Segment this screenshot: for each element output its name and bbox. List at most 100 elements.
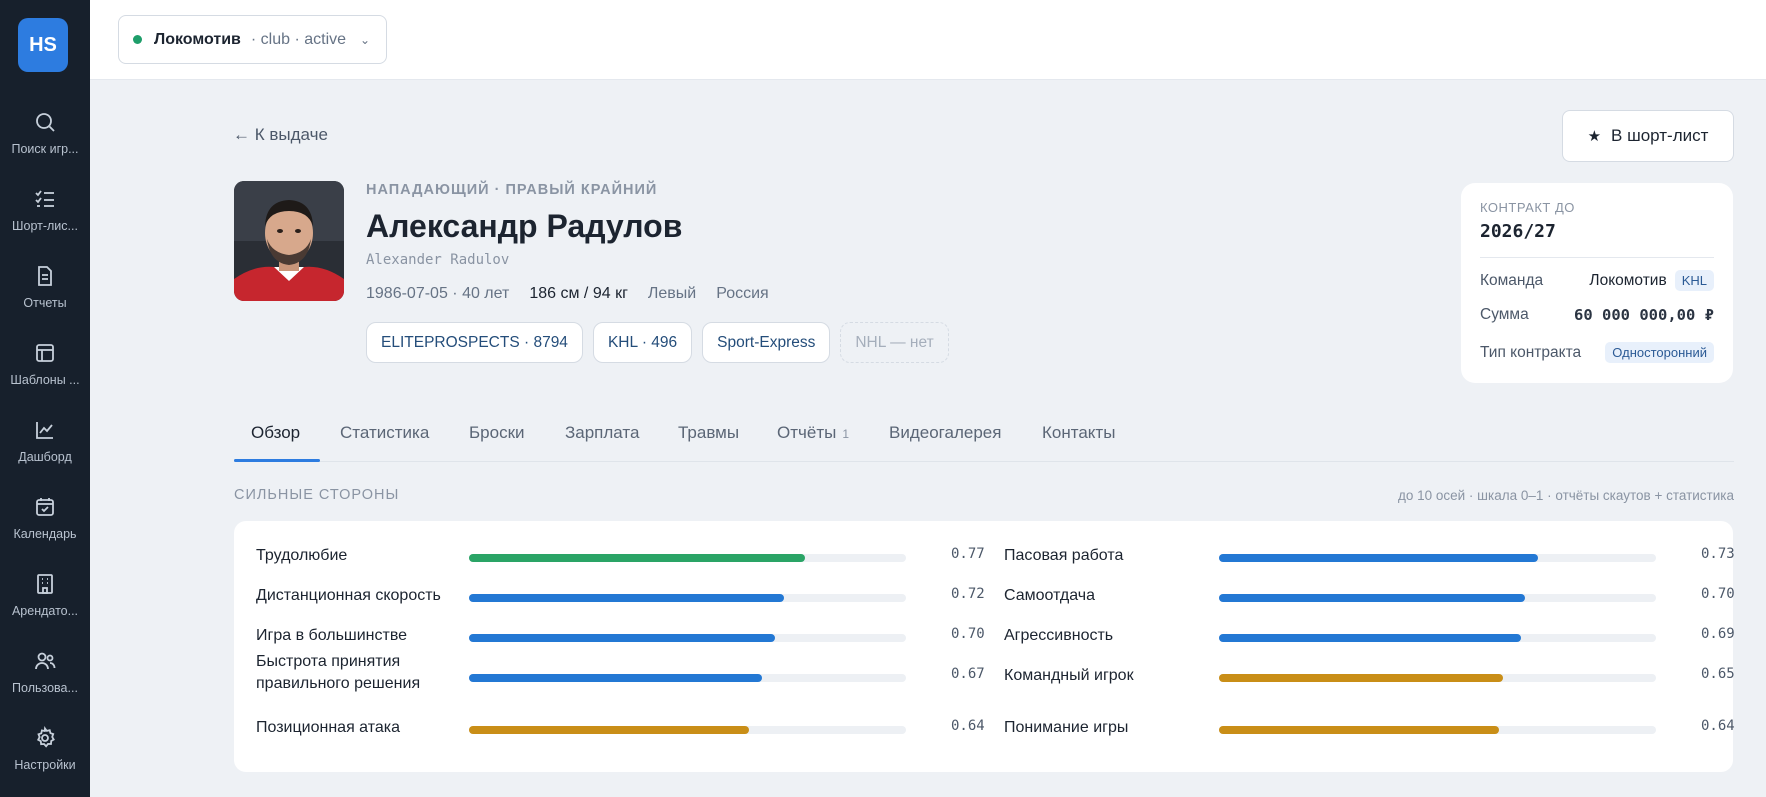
- sidebar: HS Поиск игр... Шорт-лис... Отчеты Шабло…: [0, 0, 90, 797]
- strength-row: Трудолюбие 0.77: [256, 545, 996, 571]
- sidebar-item-dashboard[interactable]: Дашборд: [0, 418, 90, 488]
- tab-salary[interactable]: Зарплата: [565, 423, 639, 443]
- tab-injuries[interactable]: Травмы: [678, 423, 739, 443]
- country: Россия: [716, 285, 769, 302]
- strength-label: Понимание игры: [1004, 719, 1129, 736]
- gear-icon: [36, 726, 55, 748]
- hand: Левый: [647, 285, 697, 302]
- tab-shots[interactable]: Броски: [469, 423, 525, 443]
- strength-bar-fill: [1219, 634, 1521, 642]
- sidebar-item-label: Арендато...: [11, 604, 79, 618]
- contract-type-badge: Односторонний: [1605, 342, 1714, 363]
- tab-overview[interactable]: Обзор: [251, 423, 300, 443]
- back-to-results-link[interactable]: ← К выдаче: [233, 125, 328, 145]
- sidebar-item-label: Календарь: [13, 527, 77, 541]
- contract-type-row: Тип контракта Односторонний: [1480, 342, 1714, 363]
- contract-team-label: Команда: [1480, 271, 1544, 289]
- strength-row: Позиционная атака 0.64: [256, 717, 996, 743]
- sidebar-item-settings[interactable]: Настройки: [0, 726, 90, 796]
- reports-count: 1: [842, 427, 850, 441]
- strength-row: Командный игрок 0.65: [1004, 665, 1744, 691]
- strength-value: 0.73: [1701, 546, 1735, 562]
- calendar-check-icon: [36, 498, 54, 516]
- strengths-panel: Трудолюбие 0.77 Дистанционная скорость 0.72…: [234, 521, 1735, 772]
- search-icon: [36, 113, 55, 132]
- tab-reports-label: Отчёты: [777, 423, 837, 442]
- club-selector[interactable]: Локомотив · club · active ⌄: [118, 15, 387, 64]
- topbar: Локомотив · club · active ⌄: [90, 0, 1766, 80]
- strength-bar-track: [469, 554, 906, 562]
- active-tab-indicator: [234, 459, 320, 462]
- strength-bar-track: [469, 594, 906, 602]
- strength-value: 0.64: [951, 718, 985, 734]
- strength-value: 0.67: [951, 666, 985, 682]
- sidebar-item-label: Шорт-лис...: [12, 219, 78, 233]
- tab-video-gallery[interactable]: Видеогалерея: [889, 423, 1001, 443]
- contract-team-value: Локомотив: [1589, 271, 1667, 289]
- sidebar-item-calendar[interactable]: Календарь: [0, 495, 90, 565]
- player-facts: 1986-07-05 · 40 лет 186 см / 94 кг Левый…: [366, 285, 769, 303]
- sidebar-item-label: Дашборд: [18, 450, 72, 464]
- strength-bar-fill: [469, 726, 749, 734]
- add-to-shortlist-button[interactable]: ★ В шорт-лист: [1562, 110, 1734, 162]
- strength-bar-fill: [1219, 554, 1538, 562]
- sidebar-item-shortlist[interactable]: Шорт-лис...: [0, 187, 90, 257]
- sidebar-item-reports[interactable]: Отчеты: [0, 264, 90, 334]
- strength-label: Самоотдача: [1004, 587, 1095, 604]
- club-name: Локомотив: [154, 30, 241, 48]
- strength-row: Понимание игры 0.64: [1004, 717, 1744, 743]
- tag-eliteprospects[interactable]: ELITEPROSPECTS · 8794: [366, 322, 583, 363]
- sidebar-item-users[interactable]: Пользова...: [0, 649, 90, 719]
- strength-label: Командный игрок: [1004, 667, 1134, 684]
- tab-reports[interactable]: Отчёты 1: [777, 423, 849, 443]
- strength-bar-fill: [1219, 674, 1504, 682]
- strength-value: 0.70: [951, 626, 985, 642]
- sidebar-item-label: Пользова...: [12, 681, 78, 695]
- strength-bar-track: [1219, 594, 1656, 602]
- strength-row: Быстрота принятия правильного решения 0.6…: [256, 651, 996, 692]
- star-icon: ★: [1587, 128, 1602, 145]
- tag-sport-express[interactable]: Sport-Express: [702, 322, 831, 363]
- source-tags: ELITEPROSPECTS · 8794 KHL · 496 Sport-Ex…: [366, 322, 949, 363]
- strength-row: Пасовая работа 0.73: [1004, 545, 1744, 571]
- league-badge: KHL: [1674, 270, 1714, 291]
- strength-value: 0.72: [951, 586, 985, 602]
- chevron-down-icon: ⌄: [360, 32, 371, 47]
- tab-statistics[interactable]: Статистика: [340, 423, 429, 443]
- strength-bar-fill: [469, 674, 762, 682]
- strength-bar-fill: [469, 634, 775, 642]
- strength-label: Агрессивность: [1004, 627, 1114, 644]
- tab-contacts[interactable]: Контакты: [1042, 423, 1115, 443]
- contract-card: КОНТРАКТ ДО 2026/27 Команда Локомотив KH…: [1461, 183, 1733, 383]
- sidebar-item-tenants[interactable]: Арендато...: [0, 572, 90, 642]
- layout-icon: [36, 344, 54, 362]
- users-icon: [35, 652, 56, 670]
- document-icon: [38, 266, 52, 286]
- strength-bar-track: [1219, 674, 1656, 682]
- player-position: НАПАДАЮЩИЙ · ПРАВЫЙ КРАЙНИЙ: [366, 182, 658, 198]
- club-meta: · club · active: [250, 30, 347, 48]
- app-logo[interactable]: HS: [18, 18, 68, 72]
- sidebar-item-label: Отчеты: [23, 296, 67, 310]
- contract-type-label: Тип контракта: [1480, 343, 1582, 361]
- strength-label: Пасовая работа: [1004, 547, 1124, 564]
- strength-value: 0.65: [1701, 666, 1735, 682]
- tag-nhl: NHL — нет: [840, 322, 949, 363]
- player-photo: [234, 181, 344, 301]
- player-name: Александр Радулов: [366, 208, 683, 244]
- strength-label: Трудолюбие: [256, 547, 348, 564]
- contract-sum-row: Сумма 60 000 000,00 ₽: [1480, 306, 1714, 324]
- strength-value: 0.64: [1701, 718, 1735, 734]
- strength-bar-fill: [1219, 594, 1525, 602]
- sidebar-item-templates[interactable]: Шаблоны ...: [0, 341, 90, 411]
- strength-bar-fill: [469, 554, 806, 562]
- strength-bar-track: [1219, 634, 1656, 642]
- strength-bar-track: [469, 726, 906, 734]
- strength-label: Игра в большинстве: [256, 627, 408, 644]
- chart-line-icon: [36, 422, 53, 439]
- strength-bar-track: [1219, 554, 1656, 562]
- tag-khl[interactable]: KHL · 496: [592, 322, 693, 363]
- birth-age: 1986-07-05 · 40 лет: [366, 285, 510, 302]
- strength-label: Дистанционная скорость: [256, 587, 441, 604]
- sidebar-item-player-search[interactable]: Поиск игр...: [0, 110, 90, 180]
